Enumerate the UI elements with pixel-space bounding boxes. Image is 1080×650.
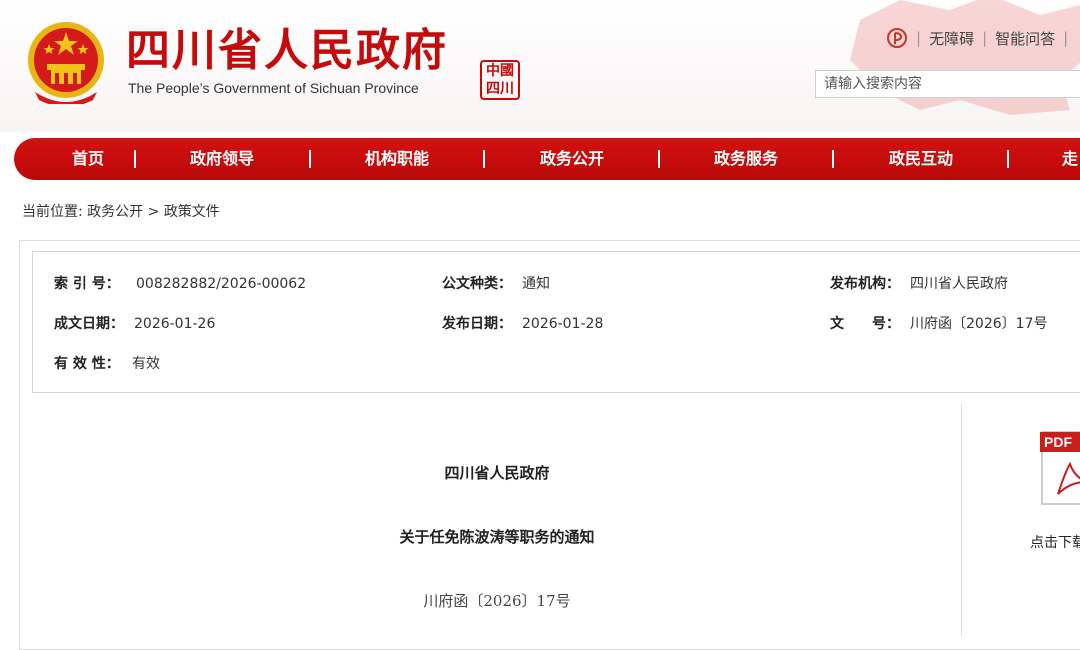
meta-label: 索 引 号： — [54, 276, 120, 292]
nav-item-more[interactable]: 走 — [1062, 138, 1078, 180]
national-emblem-icon — [28, 22, 104, 104]
breadcrumb-prefix: 当前位置: — [22, 204, 83, 220]
pdf-file-icon[interactable]: PDF — [1040, 430, 1080, 506]
nav-separator — [483, 150, 485, 168]
meta-doc-no: 文 号： 川府函〔2026〕17号 — [830, 313, 1047, 333]
meta-validity: 有 效 性： 有效 — [54, 353, 160, 373]
breadcrumb: 当前位置: 政务公开 > 政策文件 — [22, 201, 220, 221]
meta-publish-date: 发布日期： 2026-01-28 — [442, 313, 603, 333]
link-separator: | — [1063, 29, 1069, 47]
download-link[interactable]: 点击下载 — [1030, 532, 1080, 552]
main-nav: 首页 政府领导 机构职能 政务公开 政务服务 政民互动 走 — [14, 138, 1080, 180]
link-separator: | — [916, 29, 922, 47]
meta-issuer: 发布机构： 四川省人民政府 — [830, 273, 1008, 293]
search-box — [815, 70, 1080, 98]
nav-item-interaction[interactable]: 政民互动 — [889, 138, 953, 180]
accessibility-link[interactable]: 无障碍 — [929, 28, 974, 49]
meta-value: 有效 — [132, 356, 160, 372]
search-input[interactable] — [816, 71, 1080, 97]
meta-value: 008282882/2026-00062 — [136, 276, 307, 292]
seal-stamp: 中 國 四 川 — [480, 60, 520, 100]
sidebar-divider — [961, 404, 962, 636]
sichuan-map-decoration — [850, 0, 1080, 115]
meta-label: 发布日期： — [442, 316, 512, 332]
meta-value: 四川省人民政府 — [910, 276, 1008, 292]
nav-item-institutions[interactable]: 机构职能 — [365, 138, 429, 180]
document-body: 四川省人民政府 关于任免陈波涛等职务的通知 川府函〔2026〕17号 — [32, 404, 962, 644]
nav-separator — [1007, 150, 1009, 168]
nav-separator — [658, 150, 660, 168]
seal-char: 川 — [500, 81, 514, 97]
nav-item-government-leaders[interactable]: 政府领导 — [190, 138, 254, 180]
nav-separator — [832, 150, 834, 168]
site-title-cn: 四川省人民政府 — [126, 25, 448, 76]
meta-doc-type: 公文种类： 通知 — [442, 273, 550, 293]
document-number: 川府函〔2026〕17号 — [423, 592, 571, 610]
document-org: 四川省人民政府 — [444, 464, 550, 482]
voice-reading-icon[interactable] — [886, 27, 908, 49]
meta-label: 有 效 性： — [54, 356, 120, 372]
seal-char: 四 — [486, 81, 500, 97]
meta-value: 2026-01-28 — [522, 316, 604, 332]
meta-value: 川府函〔2026〕17号 — [910, 316, 1048, 332]
meta-value: 通知 — [522, 276, 550, 292]
meta-value: 2026-01-26 — [134, 316, 216, 332]
pdf-label: PDF — [1044, 434, 1072, 450]
meta-label: 公文种类： — [442, 276, 512, 292]
nav-separator — [134, 150, 136, 168]
breadcrumb-item-government-affairs[interactable]: 政务公开 — [87, 204, 143, 220]
smart-qa-link[interactable]: 智能问答 — [995, 28, 1055, 49]
nav-item-home[interactable]: 首页 — [72, 138, 104, 180]
meta-label: 发布机构： — [830, 276, 900, 292]
site-header: 四川省人民政府 The People’s Government of Sichu… — [0, 0, 1080, 132]
nav-item-government-services[interactable]: 政务服务 — [714, 138, 778, 180]
top-links: | 无障碍 | 智能问答 | — [886, 26, 1068, 50]
nav-item-government-affairs[interactable]: 政务公开 — [540, 138, 604, 180]
meta-label: 文 号： — [830, 316, 900, 332]
breadcrumb-item-policy-documents[interactable]: 政策文件 — [164, 204, 220, 220]
document-title: 关于任免陈波涛等职务的通知 — [399, 528, 595, 546]
meta-created-date: 成文日期： 2026-01-26 — [54, 313, 215, 333]
meta-index-no: 索 引 号： 008282882/2026-00062 — [54, 273, 306, 293]
nav-separator — [309, 150, 311, 168]
seal-char: 中 — [486, 63, 500, 79]
link-separator: | — [982, 29, 988, 47]
meta-label: 成文日期： — [54, 316, 124, 332]
seal-char: 國 — [500, 63, 514, 79]
breadcrumb-separator: > — [147, 204, 160, 220]
site-title-en: The People’s Government of Sichuan Provi… — [128, 80, 419, 96]
